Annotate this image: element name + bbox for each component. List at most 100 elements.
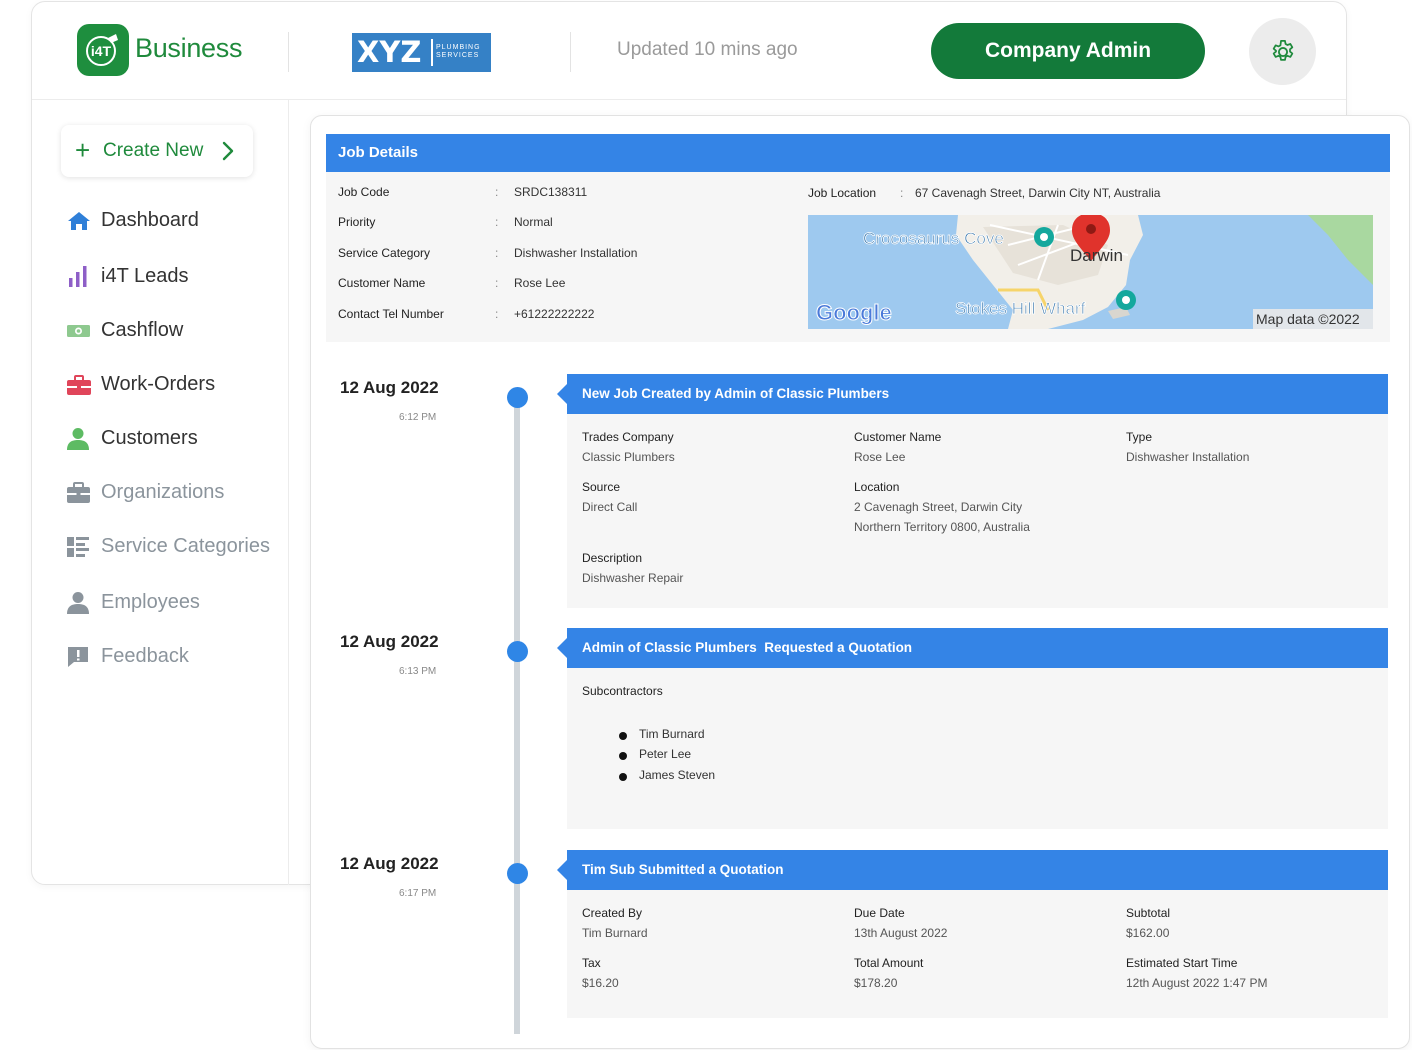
job-location-label: Job Location bbox=[808, 186, 877, 200]
event-field-label: Trades Company bbox=[582, 430, 674, 444]
sidebar-item-label: Organizations bbox=[101, 481, 225, 503]
subcontractor-name: James Steven bbox=[639, 768, 716, 782]
sidebar-item-dashboard[interactable]: Dashboard bbox=[66, 205, 286, 235]
event-field: Customer Name Rose Lee bbox=[854, 427, 941, 467]
sidebar-item-label: Work-Orders bbox=[101, 373, 216, 395]
event-time: 6:12 PM bbox=[399, 412, 437, 423]
event-field-value: Classic Plumbers bbox=[582, 450, 675, 464]
event-field-value: Dishwasher Repair bbox=[582, 571, 684, 585]
timeline-dot bbox=[507, 863, 528, 884]
event-title: Admin of Classic Plumbers Requested a Qu… bbox=[567, 628, 1388, 668]
event-field: Subtotal $162.00 bbox=[1126, 903, 1170, 943]
bar-chart-icon bbox=[69, 266, 87, 287]
event-body: Subcontractors Tim Burnard Peter Lee Jam… bbox=[567, 668, 1388, 829]
i4t-logo[interactable]: i4T bbox=[77, 24, 129, 76]
job-field-value: SRDC138311 bbox=[514, 185, 588, 199]
event-field: Trades Company Classic Plumbers bbox=[582, 427, 675, 467]
plus-icon: + bbox=[75, 135, 91, 165]
google-logo: Google bbox=[816, 300, 892, 325]
event-field-value: 2 Cavenagh Street, Darwin City bbox=[854, 500, 1023, 514]
event-date: 12 Aug 2022 bbox=[340, 854, 439, 873]
field-separator: : bbox=[900, 186, 904, 200]
company-logo-main: XYZ bbox=[357, 35, 422, 69]
sidebar-item-label: Dashboard bbox=[101, 209, 199, 231]
sidebar-item-label: Feedback bbox=[101, 645, 189, 667]
event-field: Location 2 Cavenagh Street, Darwin City … bbox=[854, 477, 1030, 537]
job-field-label: Job Code bbox=[338, 185, 390, 199]
event-field: Tax $16.20 bbox=[582, 953, 619, 993]
toolbox-icon bbox=[67, 375, 91, 395]
event-field: Source Direct Call bbox=[582, 477, 637, 517]
event-time: 6:17 PM bbox=[399, 888, 437, 899]
header-divider bbox=[570, 32, 571, 72]
money-icon bbox=[67, 325, 90, 337]
subcontractor-name: Peter Lee bbox=[639, 747, 692, 761]
job-field-value: +61222222222 bbox=[514, 307, 595, 321]
event-field-value: $178.20 bbox=[854, 976, 898, 990]
sidebar-item-feedback[interactable]: Feedback bbox=[66, 641, 286, 671]
event-field: Estimated Start Time 12th August 2022 1:… bbox=[1126, 953, 1267, 993]
sidebar-item-label: Customers bbox=[101, 427, 198, 449]
job-field-value: Rose Lee bbox=[514, 276, 566, 290]
company-logo-sub: PLUMBING SERVICES bbox=[436, 44, 481, 59]
timeline-dot bbox=[507, 387, 528, 408]
i4t-logo-icon: i4T bbox=[86, 34, 118, 66]
job-field-value: Normal bbox=[514, 215, 553, 229]
briefcase-icon bbox=[67, 482, 90, 503]
gear-icon bbox=[1272, 40, 1294, 61]
sidebar-item-label: Service Categories bbox=[101, 535, 270, 557]
user-icon bbox=[67, 592, 89, 614]
event-field-value: $16.20 bbox=[582, 976, 619, 990]
sidebar-item-label: Employees bbox=[101, 591, 200, 613]
field-separator: : bbox=[495, 246, 499, 260]
event-field-label: Subtotal bbox=[1126, 906, 1171, 920]
event-field-label: Estimated Start Time bbox=[1126, 956, 1238, 970]
location-map[interactable]: Crocosaurus Cove Darwin Stokes Hill Whar… bbox=[808, 215, 1373, 329]
sidebar-item-employees[interactable]: Employees bbox=[66, 587, 286, 617]
subcontractors-label: Subcontractors bbox=[582, 684, 663, 698]
event-field-label: Total Amount bbox=[854, 956, 924, 970]
sidebar-item-work-orders[interactable]: Work-Orders bbox=[66, 369, 286, 399]
sidebar-item-customers[interactable]: Customers bbox=[66, 423, 286, 453]
company-logo-divider bbox=[431, 39, 433, 66]
brand-name: Business bbox=[135, 33, 243, 63]
updated-status: Updated 10 mins ago bbox=[617, 39, 798, 60]
job-field-label: Priority bbox=[338, 215, 376, 229]
sidebar-item-leads[interactable]: i4T Leads bbox=[66, 261, 286, 291]
home-icon bbox=[68, 212, 90, 230]
sidebar-item-service-categories[interactable]: Service Categories bbox=[66, 531, 286, 561]
event-body: Created By Tim Burnard Due Date 13th Aug… bbox=[567, 890, 1388, 1018]
event-field-label: Due Date bbox=[854, 906, 905, 920]
bullet bbox=[619, 773, 627, 781]
event-field-label: Location bbox=[854, 480, 900, 494]
sidebar: + Create New Dashboard i4T Leads Cashflo… bbox=[32, 100, 289, 885]
job-location-value: 67 Cavenagh Street, Darwin City NT, Aust… bbox=[915, 186, 1161, 200]
event-field: Type Dishwasher Installation bbox=[1126, 427, 1249, 467]
event-field-label: Created By bbox=[582, 906, 643, 920]
event-field-value: $162.00 bbox=[1126, 926, 1170, 940]
event-field-label: Description bbox=[582, 551, 643, 565]
job-details-card: Job Details Job Code : SRDC138311 Priori… bbox=[310, 115, 1410, 1049]
settings-button[interactable] bbox=[1249, 18, 1316, 85]
company-logo: XYZ PLUMBING SERVICES bbox=[352, 33, 491, 72]
field-separator: : bbox=[495, 276, 499, 290]
job-field-label: Customer Name bbox=[338, 276, 426, 290]
event-field: Due Date 13th August 2022 bbox=[854, 903, 947, 943]
map-label: Crocosaurus Cove bbox=[863, 229, 1004, 248]
bullet bbox=[619, 752, 627, 760]
sidebar-item-cashflow[interactable]: Cashflow bbox=[66, 315, 286, 345]
event-title: New Job Created by Admin of Classic Plum… bbox=[567, 374, 1388, 414]
create-new-button[interactable]: + Create New bbox=[61, 125, 253, 177]
event-field: Description Dishwasher Repair bbox=[582, 548, 683, 588]
event-field-label: Tax bbox=[582, 956, 601, 970]
event-field-label: Type bbox=[1126, 430, 1153, 444]
company-admin-button[interactable]: Company Admin bbox=[931, 23, 1205, 79]
event-pointer bbox=[557, 860, 567, 880]
feedback-icon bbox=[68, 647, 88, 667]
create-new-label: Create New bbox=[103, 140, 204, 161]
event-body: Trades Company Classic Plumbers Customer… bbox=[567, 414, 1388, 608]
header-divider bbox=[288, 32, 289, 72]
category-list-icon bbox=[67, 537, 89, 557]
sidebar-item-organizations[interactable]: Organizations bbox=[66, 477, 286, 507]
event-field-value: 13th August 2022 bbox=[854, 926, 948, 940]
